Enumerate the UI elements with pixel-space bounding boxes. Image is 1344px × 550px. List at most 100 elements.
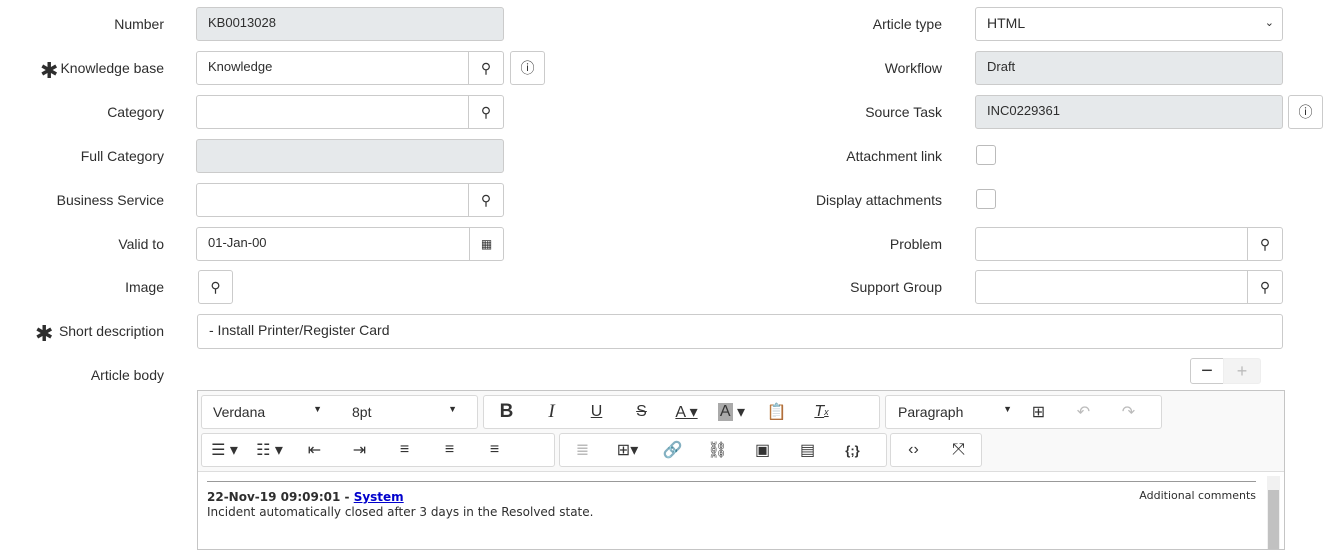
article-type-select[interactable]: HTML ⌄ [975, 7, 1283, 41]
caret-down-icon: ▼ [448, 404, 457, 414]
comment-timestamp: 22-Nov-19 09:09:01 - [207, 490, 354, 504]
date-picker-button[interactable]: ▦ [469, 227, 504, 261]
scrollbar[interactable] [1267, 476, 1280, 549]
link-icon[interactable]: 🔗 [650, 435, 695, 465]
info-icon: ⓘ [1298, 104, 1313, 120]
block-group: Paragraph ▼ ⊞ ↶ ↷ [885, 395, 1162, 429]
category-lookup-button[interactable]: ⚲ [468, 95, 504, 129]
support-group-label: Support Group [850, 279, 942, 295]
valid-to-label: Valid to [118, 236, 164, 252]
undo-icon[interactable]: ↶ [1061, 397, 1106, 427]
underline-icon[interactable]: U [574, 397, 619, 427]
outdent-icon[interactable]: ⇤ [292, 435, 337, 465]
full-category-label: Full Category [80, 148, 164, 164]
comment-body: Incident automatically closed after 3 da… [207, 505, 594, 519]
article-type-value: HTML [987, 15, 1026, 31]
expand-button[interactable]: + [1223, 358, 1261, 384]
short-description-input[interactable]: - Install Printer/Register Card [197, 314, 1283, 349]
font-family-select[interactable]: Verdana ▼ [202, 404, 332, 420]
search-icon: ⚲ [480, 103, 492, 120]
align-left-icon[interactable]: ≡ [382, 435, 427, 465]
comment-header: 22-Nov-19 09:09:01 - System [207, 490, 404, 504]
search-icon: ⚲ [480, 191, 492, 208]
font-size-select[interactable]: 8pt ▼ [332, 404, 467, 420]
number-label: Number [114, 16, 164, 32]
category-input[interactable] [196, 95, 469, 129]
short-description-label: Short description [58, 323, 164, 339]
unlink-icon[interactable]: ⛓ [695, 435, 740, 465]
attachment-link-label: Attachment link [846, 148, 942, 164]
bold-icon[interactable]: B [484, 397, 529, 427]
info-icon: ⓘ [520, 60, 535, 76]
scrollbar-thumb[interactable] [1268, 490, 1279, 549]
background-color-icon[interactable]: A ▾ [709, 397, 754, 427]
divider [207, 481, 1256, 482]
search-icon: ⚲ [1259, 278, 1271, 295]
image-picker-button[interactable]: ⚲ [198, 270, 233, 304]
minus-icon: − [1201, 359, 1213, 382]
strikethrough-icon[interactable]: S [619, 397, 664, 427]
support-group-lookup-button[interactable]: ⚲ [1247, 270, 1283, 304]
support-group-input[interactable] [975, 270, 1248, 304]
valid-to-input[interactable]: 01-Jan-00 [196, 227, 470, 261]
business-service-input[interactable] [196, 183, 469, 217]
source-code-icon[interactable]: ‹› [891, 435, 936, 465]
workflow-field: Draft [975, 51, 1283, 85]
author-link[interactable]: System [354, 490, 404, 504]
caret-down-icon: ▼ [1003, 404, 1012, 414]
business-service-lookup-button[interactable]: ⚲ [468, 183, 504, 217]
table-icon[interactable]: ⊞▾ [605, 435, 650, 465]
article-body-editor[interactable]: Verdana ▼ 8pt ▼ B I U S A ▾ A ▾ 📋 Tx Parag… [197, 390, 1285, 550]
paste-text-icon[interactable]: 📋 [754, 397, 799, 427]
display-attachments-checkbox[interactable] [976, 189, 996, 209]
fullscreen-icon[interactable]: ⤧ [936, 435, 981, 465]
italic-icon[interactable]: I [529, 397, 574, 427]
full-category-field [196, 139, 504, 173]
source-task-info-button[interactable]: ⓘ [1288, 95, 1323, 129]
code-sample-icon[interactable]: {;} [830, 435, 875, 465]
knowledge-base-lookup-button[interactable]: ⚲ [468, 51, 504, 85]
bullet-list-icon[interactable]: ☰ ▾ [202, 435, 247, 465]
image-icon[interactable]: ▣ [740, 435, 785, 465]
format-group: B I U S A ▾ A ▾ 📋 Tx [483, 395, 880, 429]
video-icon[interactable]: ▤ [785, 435, 830, 465]
line-list-icon[interactable]: ≣ [560, 435, 605, 465]
attachment-link-checkbox[interactable] [976, 145, 996, 165]
clear-formatting-icon[interactable]: Tx [799, 397, 844, 427]
block-format-value: Paragraph [898, 404, 964, 420]
text-color-icon[interactable]: A ▾ [664, 397, 709, 427]
search-icon: ⚲ [1259, 235, 1271, 252]
view-group: ‹› ⤧ [890, 433, 982, 467]
font-family-value: Verdana [213, 404, 266, 420]
find-replace-icon[interactable]: ⊞ [1016, 397, 1061, 427]
numbered-list-icon[interactable]: ☷ ▾ [247, 435, 292, 465]
caret-down-icon: ▼ [313, 404, 322, 414]
search-icon: ⚲ [480, 59, 492, 76]
align-center-icon[interactable]: ≡ [427, 435, 472, 465]
align-right-icon[interactable]: ≡ [472, 435, 517, 465]
font-size-value: 8pt [352, 404, 372, 420]
search-icon: ⚲ [210, 278, 221, 295]
problem-lookup-button[interactable]: ⚲ [1247, 227, 1283, 261]
problem-label: Problem [889, 236, 942, 252]
plus-icon: + [1236, 360, 1248, 381]
calendar-icon: ▦ [480, 237, 493, 251]
chevron-down-icon: ⌄ [1264, 17, 1274, 29]
source-task-label: Source Task [865, 104, 942, 120]
collapse-button[interactable]: − [1190, 358, 1224, 384]
block-format-select[interactable]: Paragraph ▼ [886, 404, 1016, 420]
problem-input[interactable] [975, 227, 1248, 261]
redo-icon[interactable]: ↷ [1106, 397, 1151, 427]
number-field: KB0013028 [196, 7, 504, 41]
editor-content[interactable]: Additional comments 22-Nov-19 09:09:01 -… [198, 471, 1284, 549]
knowledge-base-label: Knowledge base [60, 60, 164, 76]
source-task-field: INC0229361 [975, 95, 1283, 129]
image-label: Image [125, 279, 164, 295]
article-body-label: Article body [90, 367, 164, 383]
knowledge-base-info-button[interactable]: ⓘ [510, 51, 545, 85]
knowledge-base-input[interactable]: Knowledge [196, 51, 469, 85]
indent-icon[interactable]: ⇥ [337, 435, 382, 465]
list-align-group: ☰ ▾ ☷ ▾ ⇤ ⇥ ≡ ≡ ≡ [201, 433, 555, 467]
category-label: Category [107, 104, 164, 120]
article-type-label: Article type [872, 16, 942, 32]
